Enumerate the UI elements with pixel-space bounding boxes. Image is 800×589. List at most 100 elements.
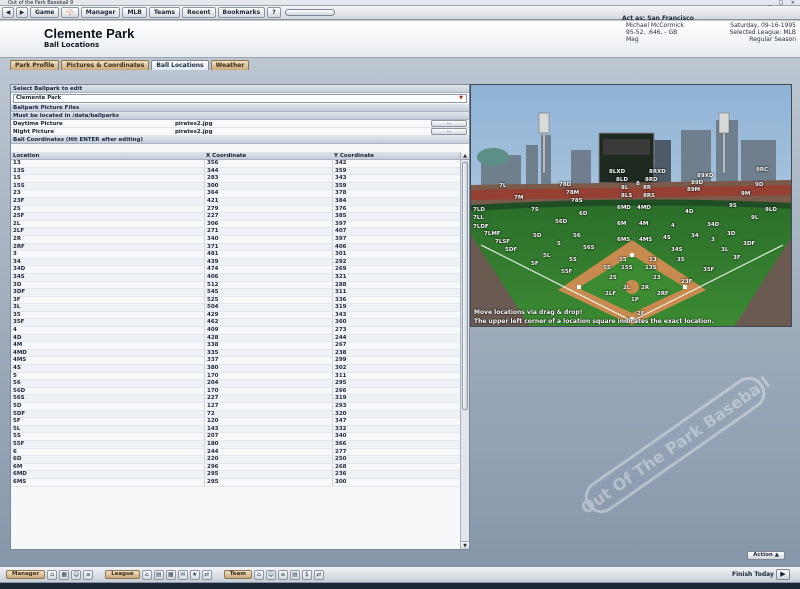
table-row[interactable]: 25 279 376 xyxy=(11,205,461,214)
x-coordinate-cell[interactable]: 406 xyxy=(204,273,332,281)
loc-5df[interactable]: 5DF xyxy=(505,247,517,253)
stats-icon[interactable]: ≡ xyxy=(83,569,94,580)
loc-25[interactable]: 25 xyxy=(609,275,617,281)
loc-7l[interactable]: 7L xyxy=(499,183,506,189)
loc-13[interactable]: 13 xyxy=(649,257,657,263)
y-coordinate-cell[interactable]: 299 xyxy=(332,357,461,365)
x-coordinate-cell[interactable]: 439 xyxy=(204,258,332,266)
y-coordinate-cell[interactable]: 267 xyxy=(332,342,461,349)
action-button[interactable]: Action ▲ xyxy=(747,551,785,560)
transactions-icon[interactable]: ⇄ xyxy=(201,569,212,580)
table-row[interactable]: 34 439 292 xyxy=(11,258,461,267)
x-coordinate-cell[interactable]: 364 xyxy=(204,190,332,197)
x-coordinate-cell[interactable]: 481 xyxy=(204,251,332,258)
tab-ball-locations[interactable]: Ball Locations xyxy=(151,60,209,70)
loc-9m[interactable]: 9M xyxy=(741,191,750,197)
x-coordinate-cell[interactable]: 356 xyxy=(204,160,332,167)
y-coordinate-cell[interactable]: 288 xyxy=(332,281,461,289)
menu-bookmarks[interactable]: Bookmarks xyxy=(217,7,266,18)
table-row[interactable]: 25F 227 385 xyxy=(11,213,461,221)
y-coordinate-cell[interactable]: 340 xyxy=(332,433,461,440)
loc-55f[interactable]: 55F xyxy=(561,269,572,275)
loc-15[interactable]: 15 xyxy=(619,257,627,263)
y-coordinate-cell[interactable]: 277 xyxy=(332,448,461,456)
table-row[interactable]: 5S 207 340 xyxy=(11,433,461,441)
loc-3df[interactable]: 3DF xyxy=(743,241,755,247)
y-coordinate-cell[interactable]: 319 xyxy=(332,395,461,402)
loc-9rc[interactable]: 9RC xyxy=(756,167,768,173)
loc-8[interactable]: 8 xyxy=(636,181,640,187)
y-coordinate-cell[interactable]: 311 xyxy=(332,372,461,380)
standings-icon[interactable]: ▤ xyxy=(153,569,164,580)
y-coordinate-cell[interactable]: 273 xyxy=(332,327,461,334)
loc-7lmf[interactable]: 7LMF xyxy=(484,231,501,237)
loc-34d[interactable]: 34D xyxy=(707,222,719,228)
y-coordinate-cell[interactable]: 319 xyxy=(332,304,461,311)
table-row[interactable]: 15S 300 359 xyxy=(11,182,461,191)
table-row[interactable]: 6D 220 250 xyxy=(11,456,461,464)
team-group-button[interactable]: Team xyxy=(223,570,252,579)
ballpark-picture[interactable]: 7LD 7LL 7LDF 7LMF 7LSF 7L 7M 78D 78M 78S… xyxy=(470,84,792,327)
scrollbar-thumb[interactable] xyxy=(462,162,468,410)
x-coordinate-cell[interactable]: 380 xyxy=(204,365,332,372)
loc-9s[interactable]: 9S xyxy=(729,203,737,209)
x-coordinate-cell[interactable]: 227 xyxy=(204,213,332,220)
table-row[interactable]: 56D 170 266 xyxy=(11,387,461,396)
table-row[interactable]: 35F 462 360 xyxy=(11,319,461,328)
y-coordinate-cell[interactable]: 347 xyxy=(332,418,461,425)
y-coordinate-cell[interactable]: 266 xyxy=(332,387,461,395)
x-coordinate-cell[interactable]: 143 xyxy=(204,425,332,433)
table-row[interactable]: 2R 340 397 xyxy=(11,235,461,244)
x-coordinate-cell[interactable]: 371 xyxy=(204,243,332,251)
loc-56d[interactable]: 56D xyxy=(555,219,567,225)
y-coordinate-cell[interactable]: 385 xyxy=(332,213,461,220)
league-group-button[interactable]: League xyxy=(105,570,140,579)
loc-4m[interactable]: 4M xyxy=(639,221,648,227)
leaders-icon[interactable]: ★ xyxy=(189,569,200,580)
league-home-icon[interactable]: ⌂ xyxy=(141,569,152,580)
loc-4md[interactable]: 4MD xyxy=(637,205,651,211)
y-coordinate-cell[interactable]: 301 xyxy=(332,251,461,258)
loc-34s[interactable]: 34S xyxy=(671,247,683,253)
loc-8ls[interactable]: 8LS xyxy=(621,193,632,199)
table-row[interactable]: 4M 338 267 xyxy=(11,342,461,350)
x-coordinate-cell[interactable]: 170 xyxy=(204,372,332,380)
loc-9d[interactable]: 9D xyxy=(755,182,763,188)
y-coordinate-cell[interactable]: 397 xyxy=(332,235,461,243)
y-coordinate-cell[interactable]: 384 xyxy=(332,197,461,205)
loc-23f[interactable]: 23F xyxy=(681,279,692,285)
loc-2l[interactable]: 2L xyxy=(623,285,630,291)
loc-7ld[interactable]: 7LD xyxy=(473,207,485,213)
y-coordinate-cell[interactable]: 359 xyxy=(332,167,461,175)
y-coordinate-cell[interactable]: 343 xyxy=(332,175,461,182)
x-coordinate-cell[interactable]: 244 xyxy=(204,448,332,456)
table-row[interactable]: 2LF 271 407 xyxy=(11,228,461,236)
x-coordinate-cell[interactable]: 295 xyxy=(204,478,332,486)
manager-home-icon[interactable]: ⌂ xyxy=(47,569,58,580)
tab-pictures-coordinates[interactable]: Pictures & Coordinates xyxy=(61,60,150,70)
news-icon[interactable]: ✉ xyxy=(177,569,188,580)
y-coordinate-cell[interactable]: 359 xyxy=(332,182,461,190)
y-coordinate-cell[interactable]: 293 xyxy=(332,403,461,410)
loc-5s-infield[interactable]: 5S xyxy=(603,265,611,271)
loc-89xd[interactable]: 89XD xyxy=(697,173,713,179)
y-coordinate-cell[interactable]: 244 xyxy=(332,334,461,342)
x-coordinate-cell[interactable]: 283 xyxy=(204,175,332,182)
menu-help[interactable]: ? xyxy=(267,7,281,18)
table-row[interactable]: 4 409 273 xyxy=(11,327,461,335)
table-row[interactable]: 56 204 295 xyxy=(11,380,461,388)
tab-park-profile[interactable]: Park Profile xyxy=(10,60,60,70)
table-scrollbar[interactable]: ▲ ▼ xyxy=(460,152,469,549)
x-coordinate-cell[interactable]: 474 xyxy=(204,266,332,273)
table-row[interactable]: 6 244 277 xyxy=(11,448,461,457)
chevron-down-icon[interactable]: ▼ xyxy=(457,95,465,102)
loc-6d[interactable]: 6D xyxy=(579,211,587,217)
x-coordinate-cell[interactable]: 525 xyxy=(204,296,332,304)
loc-7ll[interactable]: 7LL xyxy=(473,215,484,221)
x-coordinate-cell[interactable]: 337 xyxy=(204,357,332,365)
loc-3d[interactable]: 3D xyxy=(727,231,735,237)
y-coordinate-cell[interactable]: 378 xyxy=(332,190,461,197)
loc-4s[interactable]: 4S xyxy=(663,235,671,241)
zoom-slider[interactable] xyxy=(284,9,335,16)
calendar-icon[interactable]: ▦ xyxy=(59,569,70,580)
